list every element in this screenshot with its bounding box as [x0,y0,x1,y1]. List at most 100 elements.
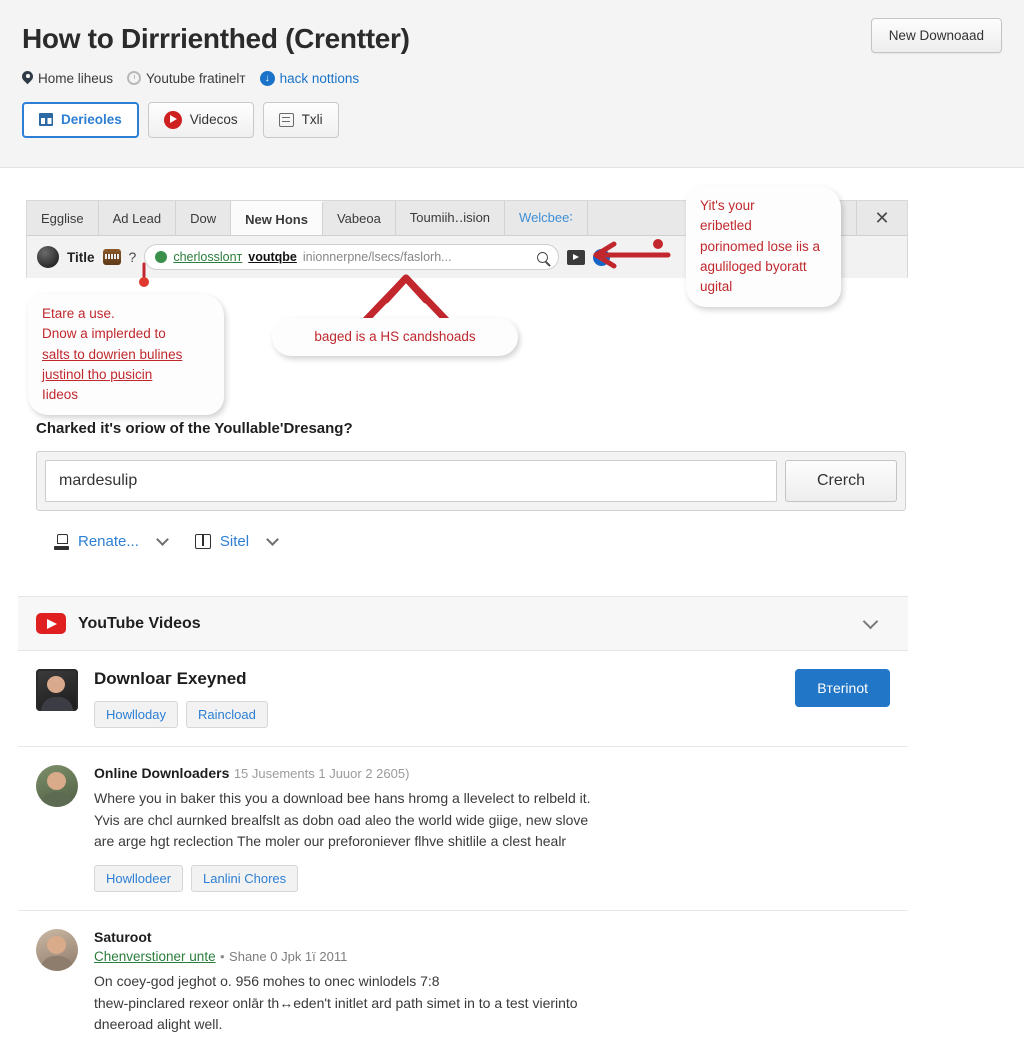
browser-tab-egglise[interactable]: Egglise [27,201,99,235]
filter-row: Renate... Sitel [36,533,906,550]
meta-item-label: Youtube fratinelт [146,70,246,86]
meta-item-hack-notions[interactable]: ↓ hack nottions [259,70,360,86]
browser-tab-toumision[interactable]: Toumiіh․․ision [396,201,506,235]
meta-item-label: hack nottions [279,70,360,86]
download-action-button[interactable]: Bтerinot [795,669,890,707]
pill-row: Howllodeer Lanlini Chores [94,865,890,893]
grid-icon [39,113,53,127]
result-line: Yvis are chcl aurnked brealfslt as dobn … [94,811,589,828]
new-download-button[interactable]: New Downoaad [870,18,1002,53]
result-body: Online Downloaders 15 Jusements 1 Juuor … [94,765,890,893]
tab-label: Tхlі [301,112,323,128]
tab-derieoles[interactable]: Derieoles [22,101,139,138]
tab-label: Videcos [189,112,238,128]
filter-renate[interactable]: Renate... [54,533,169,550]
result-title: Saturoot [94,929,152,946]
tab-videcos[interactable]: Videcos [147,101,254,138]
avatar[interactable] [37,246,59,268]
youtube-icon [163,110,182,129]
callout-line: eribetled [700,218,752,234]
callout-line: justinol tho pusicin [42,366,153,382]
meta-item-label: Home liheus [38,70,114,86]
callout-line: Dnow a implerded to [42,326,166,342]
header-tab-row: Derieoles Videcos Tхlі [22,101,1002,138]
filter-label: Renate... [78,533,139,550]
search-button[interactable]: Crerch [785,460,897,502]
browser-tab-vabeoa[interactable]: Vabeoa [323,201,396,235]
download-circle-icon: ↓ [259,70,275,86]
tag-pill[interactable]: Howlloday [94,701,178,728]
arrow-marker-left [139,262,149,287]
avatar [36,929,78,972]
result-title: Downloaг Exeyned [94,669,247,688]
filter-label: Sitel [219,533,250,550]
callout-left: Etare a use. Dnow a implerded to salts t… [28,294,224,416]
avatar [36,669,78,711]
title-row: How to Dirrrienthed (Crentter) New Downo… [22,18,1002,55]
result-line: thew-pinclared rexeor onlār th↔eden't in… [94,994,578,1011]
arrow-to-info-icon [593,239,671,269]
callout-right: Yit's your eribetled porinomed lose iis … [686,186,841,308]
result-line: are arge hgt reclection The moler our pr… [94,833,567,850]
table-row: Saturoot Chenverstioner unte • Shane 0 J… [18,911,908,1054]
chevron-down-icon [266,533,279,546]
tag-pill[interactable]: Raincload [185,701,268,728]
chevron-down-icon[interactable] [862,613,879,629]
result-line: dneeroad alight well. [94,1016,223,1033]
tag-pill[interactable]: Lanlini Chores [191,865,299,893]
clock-icon [127,71,142,86]
table-row: Online Downloaders 15 Jusements 1 Juuor … [18,747,908,912]
callout-middle: baged is a HS candshoads [272,318,518,357]
callout-line: ugital [700,279,733,294]
pin-icon [22,71,33,86]
url-domain-part: voutqbe [248,250,297,264]
browser-tab-new-hons[interactable]: New Honѕ [231,201,323,235]
result-line: On coey-god jeghot o. 956 mohes to onec … [94,973,440,990]
url-path-part: inionnerpne/lsecs/faslorh... [302,250,452,264]
browser-tab-dow[interactable]: Dow [176,201,232,235]
close-icon[interactable]: ✕ [857,201,907,235]
txt-icon [278,112,294,127]
stamp-icon [54,533,69,550]
avatar [36,765,78,807]
separator-dot: • [220,949,225,965]
tag-pill[interactable]: Howllodeer [94,865,184,893]
search-input[interactable] [45,460,777,502]
meta-item-home[interactable]: Home liheus [22,71,113,86]
table-row: Downloaг Exeyned Howlloday Raincload Bтe… [18,651,908,747]
chevron-down-icon [156,533,169,546]
callout-line: Iideos [42,387,79,402]
result-body: Downloaг Exeyned Howlloday Raincload [94,669,779,728]
result-header-line: Online Downloaders 15 Jusements 1 Juuor … [94,765,890,783]
search-bar: Crerch [36,451,906,511]
browser-tab-welcbee[interactable]: Welcbee∶ [505,201,588,235]
browser-tab-ad-lead[interactable]: Ad Lead [99,201,177,235]
search-label: Charked it's oriow of the Youllable'Dres… [36,420,353,437]
breadcrumb: Home liheus Youtube fratinelт ↓ hack not… [22,70,1002,86]
url-input[interactable]: cherlosslonт voutqbe inionnerpne/lsecs/f… [144,244,560,270]
callout-line: porinomed lose iis a [700,238,821,254]
url-secure-part: cherlosslonт [173,250,243,264]
pill-row: Howlloday Raincload [94,701,779,728]
page-header: How to Dirrrienthed (Crentter) New Downo… [0,0,1024,168]
result-title: Online Downloaders [94,765,230,781]
book-icon [194,534,211,549]
result-meta-line: Chenverstioner unte • Shane 0 Jpk 1ї 201… [94,948,890,966]
result-date: Shane 0 Jpk 1ї 2011 [229,949,348,965]
youtube-videos-header[interactable]: YouTube Videos [18,596,908,651]
tab-txt[interactable]: Tхlі [262,101,339,138]
address-title: Title [67,249,95,265]
search-section: Charked it's oriow of the Youllable'Dres… [36,420,906,550]
result-meta: 15 Jusements 1 Juuor 2 2605) [233,766,410,781]
meta-item-youtube[interactable]: Youtube fratinelт [127,71,246,86]
result-link[interactable]: Chenverstioner unte [94,949,216,964]
youtube-play-icon [36,613,66,634]
callout-line: Etare a use. [42,306,115,321]
tab-label: Derieoles [61,112,122,128]
filter-sitel[interactable]: Sitel [194,533,279,550]
favicon-icon [102,249,121,265]
results-section: YouTube Videos Downloaг Exeyned Howlloda… [18,596,908,1054]
result-body: Saturoot Chenverstioner unte • Shane 0 J… [94,929,890,1036]
callout-line: Yit's your [700,198,755,213]
magnifier-icon[interactable] [537,251,549,263]
